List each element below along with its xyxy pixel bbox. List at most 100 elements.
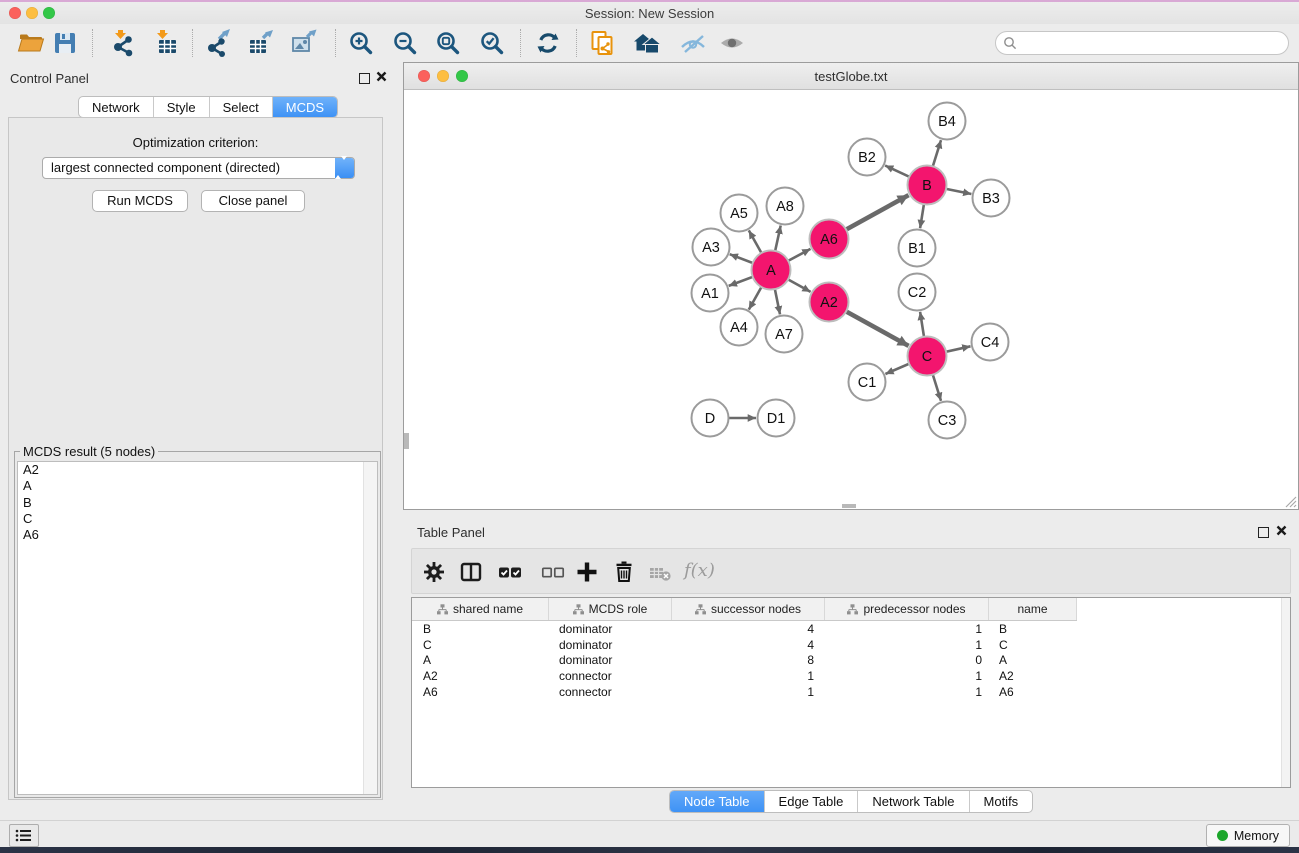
table-cell[interactable]: dominator	[549, 638, 672, 652]
table-row[interactable]: A6connector11A6	[412, 684, 1290, 700]
graph-node-A7[interactable]: A7	[766, 316, 803, 353]
tab-network-table[interactable]: Network Table	[857, 791, 968, 812]
graph-node-A6[interactable]: A6	[810, 220, 849, 259]
show-columns-icon[interactable]	[457, 558, 485, 586]
tab-style[interactable]: Style	[153, 97, 209, 117]
table-cell[interactable]: dominator	[549, 653, 672, 667]
refresh-view-icon[interactable]	[534, 29, 562, 57]
graph-node-A5[interactable]: A5	[721, 195, 758, 232]
table-cell[interactable]: connector	[549, 669, 672, 683]
list-item[interactable]: A6	[18, 527, 377, 543]
graph-node-A4[interactable]: A4	[721, 309, 758, 346]
table-panel-float-button[interactable]	[1258, 527, 1269, 538]
table-row[interactable]: Cdominator41C	[412, 637, 1290, 653]
close-panel-button[interactable]: Close panel	[201, 190, 305, 212]
hide-selected-icon[interactable]	[679, 29, 707, 57]
save-session-icon[interactable]	[51, 29, 79, 57]
table-cell[interactable]: connector	[549, 685, 672, 699]
export-table-icon[interactable]	[246, 29, 274, 57]
search-input[interactable]	[995, 31, 1289, 55]
table-row[interactable]: Adominator80A	[412, 653, 1290, 669]
table-cell[interactable]: C	[989, 638, 1077, 652]
open-file-icon[interactable]	[17, 29, 45, 57]
list-item[interactable]: B	[18, 495, 377, 511]
new-network-from-selection-icon[interactable]	[588, 29, 616, 57]
table-row[interactable]: Bdominator41B	[412, 621, 1290, 637]
table-cell[interactable]: dominator	[549, 622, 672, 636]
delete-table-icon[interactable]	[646, 558, 674, 586]
tab-node-table[interactable]: Node Table	[670, 791, 764, 812]
memory-button[interactable]: Memory	[1206, 824, 1290, 847]
table-cell[interactable]: A6	[412, 685, 549, 699]
graph-node-C4[interactable]: C4	[972, 324, 1009, 361]
zoom-in-icon[interactable]	[347, 29, 375, 57]
home-layout-icon[interactable]	[633, 29, 661, 57]
table-cell[interactable]: A	[412, 653, 549, 667]
import-network-icon[interactable]	[108, 29, 136, 57]
table-cell[interactable]: 0	[825, 653, 989, 667]
export-image-icon[interactable]	[289, 29, 317, 57]
table-cell[interactable]: A2	[989, 669, 1077, 683]
tab-network[interactable]: Network	[79, 97, 153, 117]
table-cell[interactable]: 1	[672, 685, 825, 699]
tab-select[interactable]: Select	[209, 97, 272, 117]
window-resize-grip[interactable]	[1284, 495, 1297, 508]
network-window[interactable]: testGlobe.txt B4B2BB3A8A5A6A3B1AA1C2A2A4…	[403, 62, 1299, 510]
function-builder-icon[interactable]: f(x)	[684, 560, 715, 581]
graph-node-B1[interactable]: B1	[899, 230, 936, 267]
import-table-icon[interactable]	[152, 29, 180, 57]
zoom-selected-icon[interactable]	[478, 29, 506, 57]
run-mcds-button[interactable]: Run MCDS	[92, 190, 188, 212]
network-window-titlebar[interactable]: testGlobe.txt	[404, 63, 1298, 90]
table-cell[interactable]: 4	[672, 638, 825, 652]
table-cell[interactable]: 1	[825, 669, 989, 683]
graph-node-A[interactable]: A	[752, 251, 791, 290]
table-cell[interactable]: B	[989, 622, 1077, 636]
column-header-name[interactable]: name	[989, 598, 1077, 620]
column-header-successor-nodes[interactable]: successor nodes	[672, 598, 825, 620]
export-network-icon[interactable]	[204, 29, 232, 57]
delete-columns-icon[interactable]	[610, 558, 638, 586]
table-cell[interactable]: 1	[825, 685, 989, 699]
show-panels-list-button[interactable]	[9, 824, 39, 847]
deselect-all-icon[interactable]	[539, 558, 567, 586]
graph-node-B2[interactable]: B2	[849, 139, 886, 176]
table-cell[interactable]: A6	[989, 685, 1077, 699]
graph-node-C3[interactable]: C3	[929, 402, 966, 439]
mcds-result-scrollbar[interactable]	[363, 462, 377, 794]
graph-node-A2[interactable]: A2	[810, 283, 849, 322]
graph-node-B[interactable]: B	[908, 166, 947, 205]
table-cell[interactable]: 8	[672, 653, 825, 667]
network-canvas[interactable]: B4B2BB3A8A5A6A3B1AA1C2A2A4A7C4CC1DD1C3	[404, 89, 1298, 509]
list-item[interactable]: A	[18, 478, 377, 494]
graph-node-C[interactable]: C	[908, 337, 947, 376]
table-cell[interactable]: A2	[412, 669, 549, 683]
graph-node-B4[interactable]: B4	[929, 103, 966, 140]
zoom-fit-icon[interactable]	[434, 29, 462, 57]
control-panel-float-button[interactable]	[359, 73, 370, 84]
column-header-predecessor-nodes[interactable]: predecessor nodes	[825, 598, 989, 620]
table-cell[interactable]: B	[412, 622, 549, 636]
table-cell[interactable]: 4	[672, 622, 825, 636]
network-horizontal-scrollbar-thumb[interactable]	[842, 504, 856, 508]
create-column-icon[interactable]	[573, 558, 601, 586]
graph-node-A3[interactable]: A3	[693, 229, 730, 266]
main-titlebar[interactable]: Session: New Session	[0, 2, 1299, 24]
tab-motifs[interactable]: Motifs	[969, 791, 1033, 812]
column-header-shared-name[interactable]: shared name	[412, 598, 549, 620]
network-vertical-scrollbar-thumb[interactable]	[404, 433, 409, 449]
list-item[interactable]: C	[18, 511, 377, 527]
mcds-result-list[interactable]: A2ABCA6	[17, 461, 378, 795]
tab-edge-table[interactable]: Edge Table	[764, 791, 858, 812]
graph-node-A1[interactable]: A1	[692, 275, 729, 312]
settings-gear-icon[interactable]	[420, 558, 448, 586]
table-cell[interactable]: A	[989, 653, 1077, 667]
zoom-out-icon[interactable]	[391, 29, 419, 57]
graph-node-D1[interactable]: D1	[758, 400, 795, 437]
table-row[interactable]: A2connector11A2	[412, 668, 1290, 684]
graph-node-C1[interactable]: C1	[849, 364, 886, 401]
graph-node-D[interactable]: D	[692, 400, 729, 437]
tab-mcds[interactable]: MCDS	[272, 97, 337, 117]
show-all-icon[interactable]	[718, 29, 746, 57]
node-table[interactable]: shared nameMCDS rolesuccessor nodesprede…	[411, 597, 1291, 788]
